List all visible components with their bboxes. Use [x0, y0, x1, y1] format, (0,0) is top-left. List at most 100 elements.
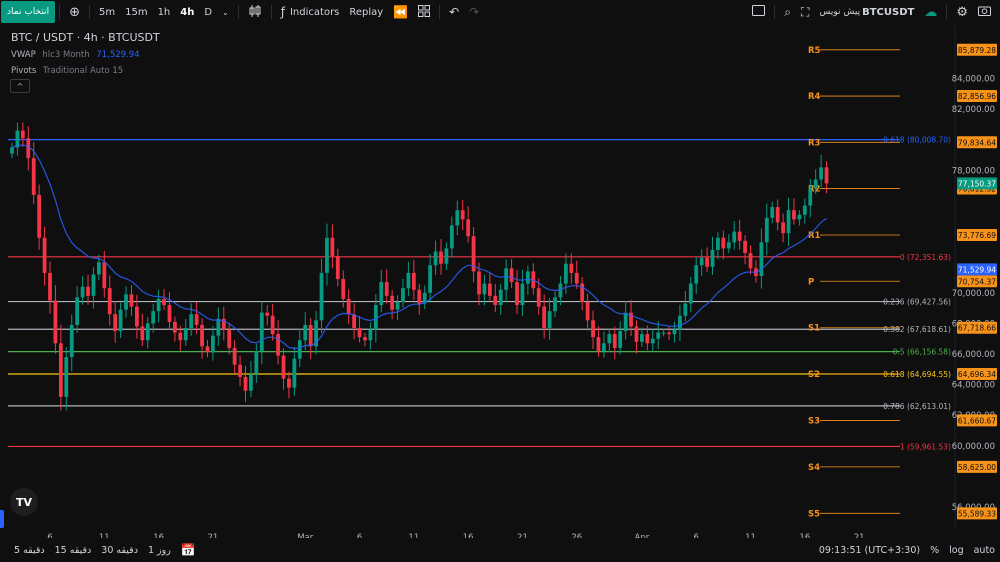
y-tick-label: 70,000.00 [952, 289, 995, 299]
chevron-down-icon[interactable]: ⌄ [217, 8, 234, 17]
timeframe-5m[interactable]: 5m [94, 7, 120, 18]
calendar-icon[interactable]: 📅 [176, 543, 201, 557]
pivots-params: Traditional Auto 15 [43, 66, 124, 76]
candle-body [813, 179, 818, 189]
auto-toggle[interactable]: auto [974, 545, 995, 556]
pivot-price-label: 67,718.66 [958, 324, 996, 333]
candle-body [15, 130, 20, 148]
y-tick-label: 84,000.00 [952, 75, 995, 85]
replay-icon[interactable]: ⏪ [388, 5, 413, 19]
candle-body [569, 263, 574, 273]
candle-body [417, 289, 422, 304]
candle-body [346, 298, 351, 315]
candle-body [525, 271, 530, 284]
candle-body [216, 318, 221, 336]
candle-body [42, 237, 47, 273]
gear-icon[interactable]: ⚙ [951, 5, 973, 20]
candle-body [515, 282, 519, 306]
symbol-select-button[interactable]: انتخاب نماد [1, 1, 56, 23]
candle-body [591, 320, 595, 338]
candle-body [607, 334, 612, 344]
candle-body [292, 358, 297, 388]
candle-body [238, 364, 242, 377]
candle-body [602, 343, 606, 351]
candle-body [401, 288, 405, 302]
add-compare-icon[interactable]: ⊕ [64, 5, 85, 20]
toolbar-separator [237, 5, 239, 19]
candle-body [406, 272, 411, 289]
candle-style-icon[interactable] [243, 4, 267, 20]
undo-icon[interactable]: ↶ [444, 5, 464, 19]
candle-body [118, 309, 123, 332]
candle-body [449, 225, 454, 249]
candle-body [20, 130, 25, 139]
candle-body [281, 355, 286, 379]
fullscreen-box-icon[interactable] [747, 5, 770, 19]
search-icon[interactable]: ⌕ [779, 5, 796, 20]
candle-body [308, 324, 313, 347]
candle-body [124, 294, 128, 310]
side-marker [0, 510, 4, 528]
candle-body [341, 279, 346, 299]
candle-body [634, 326, 639, 342]
percent-toggle[interactable]: % [930, 545, 939, 556]
candle-body [113, 314, 118, 332]
pivot-price-label: 82,856.96 [958, 92, 996, 101]
layout-grid-icon[interactable] [413, 4, 435, 20]
price-chart[interactable]: 84,000.0082,000.0078,000.0070,000.0068,0… [0, 25, 1000, 538]
candle-body [254, 350, 259, 374]
pivot-name-label: S4 [808, 463, 820, 473]
candle-body [553, 297, 557, 312]
pivot-price-label: 64,696.34 [958, 370, 996, 379]
log-toggle[interactable]: log [949, 545, 963, 556]
cloud-icon[interactable]: ☁ [919, 5, 942, 20]
indicators-button[interactable]: Indicators [290, 7, 344, 18]
timeframe-4h[interactable]: 4h [175, 7, 199, 18]
candle-body [363, 337, 367, 341]
candle-body [650, 338, 655, 344]
timeframe-1h[interactable]: 1h [153, 7, 176, 18]
candle-body [86, 286, 90, 296]
candle-body [819, 167, 824, 180]
candle-body [352, 314, 357, 328]
top-toolbar: انتخاب نماد ⊕ 5m 15m 1h 4h D ⌄ ƒ Indicat… [0, 0, 1000, 24]
candle-body [781, 222, 786, 234]
timeframe-d[interactable]: D [199, 7, 217, 18]
vwap-legend-row[interactable]: VWAP hlc3 Month 71,529.94 [11, 50, 160, 60]
candle-body [460, 210, 465, 220]
fib-level-label: 0.618 (80,008.70) [883, 136, 951, 145]
candle-body [357, 328, 362, 338]
candle-body [368, 329, 373, 341]
candle-body [705, 257, 709, 267]
pivots-legend-row[interactable]: Pivots Traditional Auto 15 [11, 66, 160, 76]
candle-body [390, 295, 395, 310]
toolbar-separator [946, 5, 948, 19]
clock[interactable]: 09:13:51 (UTC+3:30) [819, 545, 920, 556]
candle-body [656, 332, 661, 339]
candle-body [748, 253, 753, 269]
camera-icon[interactable] [973, 5, 996, 19]
chart-area[interactable]: 84,000.0082,000.0078,000.0070,000.0068,0… [0, 25, 1000, 562]
pivot-name-label: R5 [808, 46, 821, 56]
candle-body [678, 315, 682, 330]
toolbar-separator [59, 5, 61, 19]
fib-level-label: 0 (72,351.63) [900, 253, 951, 262]
candle-body [477, 271, 481, 295]
candle-body [824, 167, 829, 184]
candle-body [249, 373, 253, 391]
expand-icon[interactable]: ⛶ [796, 5, 814, 20]
candle-body [509, 268, 514, 283]
replay-button[interactable]: Replay [344, 7, 388, 18]
candle-body [428, 265, 433, 293]
range-30d[interactable]: 30 دقیقه [96, 545, 143, 556]
candle-body [162, 298, 166, 306]
tradingview-logo[interactable]: TV [10, 488, 38, 516]
redo-icon[interactable]: ↷ [464, 5, 484, 19]
candle-body [265, 312, 270, 316]
timeframe-15m[interactable]: 15m [120, 7, 152, 18]
range-15d[interactable]: 15 دقیقه [50, 545, 97, 556]
indicators-icon[interactable]: ƒ [276, 5, 290, 19]
range-5d[interactable]: 5 دقیقه [0, 545, 50, 556]
bottom-right: 09:13:51 (UTC+3:30) % log auto [819, 538, 995, 562]
range-1d[interactable]: 1 روز [143, 545, 176, 556]
